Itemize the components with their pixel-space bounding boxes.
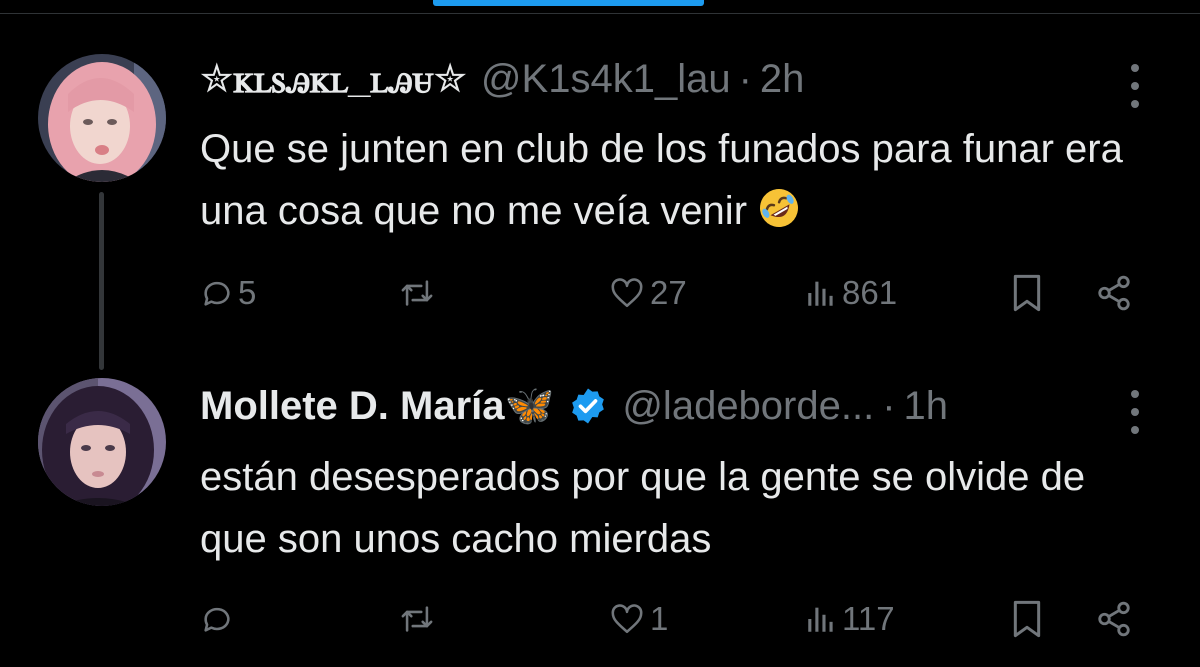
timestamp[interactable]: 2h: [760, 55, 805, 103]
reply-button[interactable]: 5: [200, 268, 256, 318]
tweet-header: ✮ꮶꮮꮪꭿꮶꮮ_ꮮꭿꮜ✮ @K1s4k1_lau · 2h: [200, 55, 1120, 103]
tweet-actions: 1 117: [200, 594, 1160, 644]
repost-icon: [401, 606, 433, 632]
like-count: 1: [650, 600, 669, 637]
more-icon[interactable]: [1120, 64, 1150, 108]
share-button[interactable]: [1095, 268, 1133, 318]
views-button[interactable]: 117: [804, 594, 895, 644]
share-icon: [1098, 601, 1130, 637]
like-button[interactable]: 27: [608, 268, 687, 318]
separator-dot: ·: [882, 384, 896, 428]
heart-icon: [611, 278, 643, 308]
view-count: 117: [842, 600, 895, 637]
repost-button[interactable]: [398, 268, 440, 318]
like-button[interactable]: 1: [608, 594, 668, 644]
repost-button[interactable]: [398, 594, 440, 644]
tweet[interactable]: Mollete D. María🦋 @ladeborde... · 1h est…: [0, 360, 1200, 667]
timestamp[interactable]: 1h: [904, 382, 949, 430]
repost-icon: [401, 280, 433, 306]
bookmark-button[interactable]: [1010, 268, 1044, 318]
views-icon: [808, 607, 833, 632]
thread-connector: [99, 192, 104, 370]
tweet[interactable]: ✮ꮶꮮꮪꭿꮶꮮ_ꮮꭿꮜ✮ @K1s4k1_lau · 2h Que se jun…: [0, 0, 1200, 370]
tweet-header: Mollete D. María🦋 @ladeborde... · 1h: [200, 382, 1120, 430]
display-name[interactable]: ✮ꮶꮮꮪꭿꮶꮮ_ꮮꭿꮜ✮: [200, 55, 467, 103]
tweet-text: Que se junten en club de los funados par…: [200, 118, 1140, 242]
reply-icon: [204, 607, 230, 632]
tweet-text: están desesperados por que la gente se o…: [200, 446, 1140, 570]
tweet-text-content: Que se junten en club de los funados par…: [200, 127, 1123, 233]
verified-badge-icon: [572, 388, 605, 424]
bookmark-icon: [1013, 600, 1041, 638]
reply-button[interactable]: [200, 594, 238, 644]
like-count: 27: [650, 274, 687, 311]
more-icon[interactable]: [1120, 390, 1150, 434]
heart-icon: [611, 604, 643, 634]
share-button[interactable]: [1095, 594, 1133, 644]
tweet-actions: 5 27 861: [200, 268, 1160, 318]
share-icon: [1098, 275, 1130, 311]
views-button[interactable]: 861: [804, 268, 897, 318]
bookmark-button[interactable]: [1010, 594, 1044, 644]
rolling-on-floor-laughing-emoji-icon: [760, 189, 799, 227]
separator-dot: ·: [738, 57, 752, 101]
avatar[interactable]: [38, 378, 166, 506]
handle[interactable]: @ladeborde...: [622, 382, 874, 430]
handle[interactable]: @K1s4k1_lau: [481, 55, 731, 103]
avatar[interactable]: [38, 54, 166, 182]
view-count: 861: [842, 274, 898, 311]
display-name[interactable]: Mollete D. María🦋: [200, 382, 554, 430]
bookmark-icon: [1013, 274, 1041, 312]
tweet-text-content: están desesperados por que la gente se o…: [200, 455, 1086, 561]
reply-icon: [204, 281, 230, 306]
views-icon: [808, 281, 833, 306]
reply-count: 5: [238, 274, 257, 311]
